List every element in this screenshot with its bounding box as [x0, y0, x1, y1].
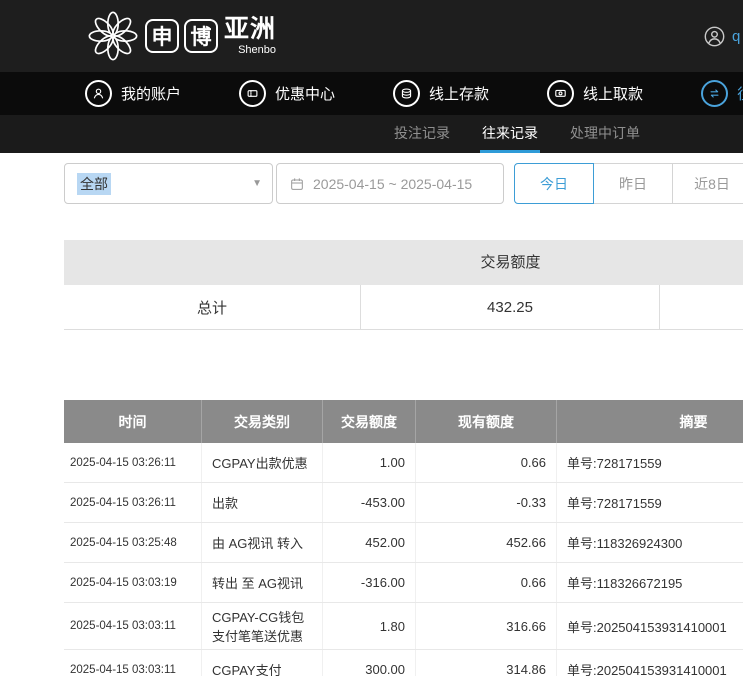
cell-time: 2025-04-15 03:26:11	[64, 443, 202, 482]
chevron-down-icon: ▼	[252, 178, 262, 189]
logo-char-box: 申	[145, 19, 179, 53]
cell-type: CGPAY出款优惠	[202, 443, 323, 482]
nav-item-label: 优惠中心	[275, 83, 335, 104]
username[interactable]: q	[732, 28, 740, 45]
cell-balance: -0.33	[416, 483, 557, 522]
filter-bar: 全部 ▼ 2025-04-15 ~ 2025-04-15 今日 昨日 近8日	[64, 163, 743, 204]
transactions-icon	[701, 80, 728, 107]
user-area[interactable]: q	[704, 26, 740, 47]
column-header-note: 摘要	[557, 400, 743, 443]
cell-note: 单号:728171559	[557, 483, 743, 522]
cell-amount: -316.00	[323, 563, 416, 602]
quick-filter-last8days-button[interactable]: 近8日	[672, 163, 743, 204]
transactions-body: 2025-04-15 03:26:11 CGPAY出款优惠 1.00 0.66 …	[64, 443, 743, 676]
brand-logo[interactable]: 申 博 亚洲 Shenbo	[86, 9, 276, 63]
cell-type: 由 AG视讯 转入	[202, 523, 323, 562]
transactions-table: 时间 交易类别 交易额度 现有额度 摘要 2025-04-15 03:26:11…	[64, 400, 743, 676]
table-row: 2025-04-15 03:25:48 由 AG视讯 转入 452.00 452…	[64, 523, 743, 563]
deposit-icon	[393, 80, 420, 107]
summary-column-header: 交易额度	[361, 240, 660, 285]
summary-total-label: 总计	[64, 285, 361, 329]
promotions-icon	[239, 80, 266, 107]
cell-balance: 0.66	[416, 443, 557, 482]
summary-total-value: 432.25	[361, 285, 660, 329]
table-row: 2025-04-15 03:03:11 CGPAY支付 300.00 314.8…	[64, 650, 743, 676]
logo-brand-text: Shenbo	[238, 45, 276, 56]
cell-time: 2025-04-15 03:03:11	[64, 650, 202, 676]
cell-type: 转出 至 AG视讯	[202, 563, 323, 602]
page-inner: 申 博 亚洲 Shenbo q	[0, 0, 743, 676]
flower-logo-icon	[86, 9, 140, 63]
user-account-icon	[85, 80, 112, 107]
cell-time: 2025-04-15 03:03:19	[64, 563, 202, 602]
top-header: 申 博 亚洲 Shenbo q	[0, 0, 743, 72]
records-subnav: 投注记录 往来记录 处理中订单	[0, 115, 743, 153]
summary-table: 交易额度 总计 432.25	[64, 240, 743, 330]
cell-balance: 452.66	[416, 523, 557, 562]
cell-note: 单号:202504153931410001	[557, 650, 743, 676]
nav-item-my-account[interactable]: 我的账户	[85, 80, 181, 107]
logo-region-text: 亚洲	[224, 17, 276, 42]
cell-note: 单号:118326924300	[557, 523, 743, 562]
table-row: 2025-04-15 03:03:19 转出 至 AG视讯 -316.00 0.…	[64, 563, 743, 603]
calendar-icon	[289, 176, 305, 192]
quick-date-buttons: 今日 昨日 近8日	[514, 163, 743, 204]
column-header-amount: 交易额度	[323, 400, 416, 443]
cell-balance: 316.66	[416, 603, 557, 649]
column-header-time: 时间	[64, 400, 202, 443]
cell-note: 单号:118326672195	[557, 563, 743, 602]
tab-processing-orders[interactable]: 处理中订单	[568, 115, 642, 153]
cell-note: 单号:728171559	[557, 443, 743, 482]
tab-transaction-records[interactable]: 往来记录	[480, 115, 540, 153]
quick-filter-today-button[interactable]: 今日	[514, 163, 594, 204]
cell-type: 出款	[202, 483, 323, 522]
cell-time: 2025-04-15 03:03:11	[64, 603, 202, 649]
nav-item-label: 线上取款	[583, 83, 643, 104]
cell-amount: 1.80	[323, 603, 416, 649]
table-row: 2025-04-15 03:26:11 出款 -453.00 -0.33 单号:…	[64, 483, 743, 523]
page: 申 博 亚洲 Shenbo q	[0, 0, 743, 676]
nav-item-transactions[interactable]: 往来记录	[701, 80, 743, 107]
table-header-row: 时间 交易类别 交易额度 现有额度 摘要	[64, 400, 743, 443]
table-row: 2025-04-15 03:26:11 CGPAY出款优惠 1.00 0.66 …	[64, 443, 743, 483]
quick-filter-yesterday-button[interactable]: 昨日	[593, 163, 673, 204]
select-selected-value: 全部	[77, 173, 111, 195]
nav-item-promotions[interactable]: 优惠中心	[239, 80, 335, 107]
column-header-type: 交易类别	[202, 400, 323, 443]
cell-amount: 1.00	[323, 443, 416, 482]
nav-item-withdraw[interactable]: 线上取款	[547, 80, 643, 107]
table-row: 2025-04-15 03:03:11 CGPAY-CG钱包支付笔笔送优惠 1.…	[64, 603, 743, 650]
cell-amount: 300.00	[323, 650, 416, 676]
cell-type: CGPAY-CG钱包支付笔笔送优惠	[202, 603, 323, 649]
nav-item-label: 线上存款	[429, 83, 489, 104]
cell-note: 单号:202504153931410001	[557, 603, 743, 649]
nav-item-label: 往来记录	[737, 83, 743, 104]
main-nav: 我的账户 优惠中心 线上存款 线上取款	[0, 72, 743, 115]
cell-time: 2025-04-15 03:25:48	[64, 523, 202, 562]
date-range-value: 2025-04-15 ~ 2025-04-15	[313, 176, 472, 192]
cell-amount: 452.00	[323, 523, 416, 562]
date-range-picker[interactable]: 2025-04-15 ~ 2025-04-15	[276, 163, 504, 204]
withdraw-icon	[547, 80, 574, 107]
tab-betting-records[interactable]: 投注记录	[392, 115, 452, 153]
summary-total-row: 总计 432.25	[64, 285, 743, 330]
type-filter-select[interactable]: 全部 ▼	[64, 163, 273, 204]
logo-char-box: 博	[184, 19, 218, 53]
summary-empty-cell	[660, 285, 743, 329]
nav-item-deposit[interactable]: 线上存款	[393, 80, 489, 107]
cell-time: 2025-04-15 03:26:11	[64, 483, 202, 522]
cell-type: CGPAY支付	[202, 650, 323, 676]
user-avatar-icon[interactable]	[704, 26, 725, 47]
summary-header-row: 交易额度	[64, 240, 743, 285]
cell-balance: 0.66	[416, 563, 557, 602]
cell-amount: -453.00	[323, 483, 416, 522]
cell-balance: 314.86	[416, 650, 557, 676]
nav-item-label: 我的账户	[121, 83, 181, 104]
column-header-balance: 现有额度	[416, 400, 557, 443]
